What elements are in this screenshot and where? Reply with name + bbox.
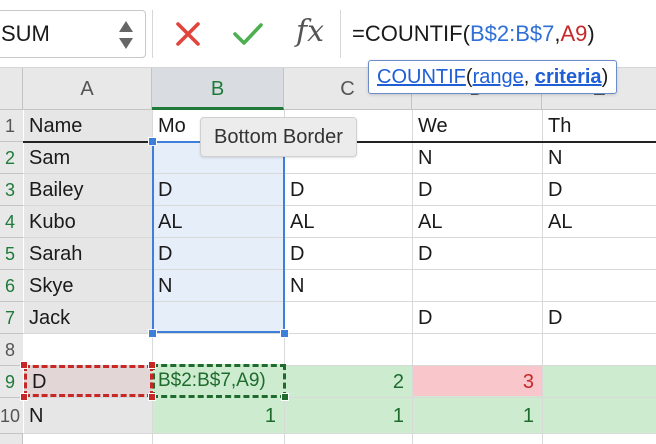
range-selection-outline xyxy=(152,141,285,333)
cell-d6[interactable] xyxy=(413,270,541,302)
cell-b10[interactable]: 1 xyxy=(153,400,284,432)
cell-a2[interactable]: Sam xyxy=(24,142,152,174)
column-header-b[interactable]: B xyxy=(152,68,284,110)
select-all-corner[interactable] xyxy=(0,68,23,110)
cell-c6[interactable]: N xyxy=(285,270,411,302)
cell-e1[interactable]: Th xyxy=(543,110,655,142)
cell-e3[interactable]: D xyxy=(543,174,655,206)
formula-cell-ref: A9 xyxy=(560,21,588,46)
formula-bar: SUM fx =COUNTIF(B$2:B$7,A9) xyxy=(0,0,656,68)
function-name-link[interactable]: COUNTIF xyxy=(377,66,466,88)
fx-icon[interactable]: fx xyxy=(296,14,324,50)
cell-d5[interactable]: D xyxy=(413,238,541,270)
row-header[interactable]: 1 xyxy=(0,110,23,142)
selection-handle[interactable] xyxy=(148,137,157,146)
bottom-border-tooltip: Bottom Border xyxy=(200,117,357,157)
name-box[interactable]: SUM xyxy=(0,10,146,58)
cell-c4[interactable]: AL xyxy=(285,206,411,238)
cell-c9[interactable]: 2 xyxy=(285,366,412,398)
cell-d2[interactable]: N xyxy=(413,142,541,174)
function-arg-range[interactable]: range xyxy=(473,66,524,88)
cell-b9-formula-text: B$2:B$7,A9) xyxy=(158,370,266,391)
cell-c10[interactable]: 1 xyxy=(285,400,412,432)
cell-e7[interactable]: D xyxy=(543,302,655,334)
formula-prefix: =COUNTIF( xyxy=(352,21,470,46)
cell-d3[interactable]: D xyxy=(413,174,541,206)
cell-a7[interactable]: Jack xyxy=(24,302,152,334)
function-tooltip: COUNTIF(range, criteria) xyxy=(368,60,618,94)
reference-handle[interactable] xyxy=(20,393,28,401)
selection-handle[interactable] xyxy=(280,329,289,338)
function-arg-criteria[interactable]: criteria xyxy=(535,66,602,88)
cell-reference-outline xyxy=(24,365,153,397)
reference-handle[interactable] xyxy=(20,361,28,369)
formula-bar-divider xyxy=(152,10,153,58)
cell-d1[interactable]: We xyxy=(413,110,541,142)
formula-range-ref: B$2:B$7 xyxy=(469,21,555,46)
cell-a10[interactable]: N xyxy=(24,400,152,432)
cell-d9[interactable]: 3 xyxy=(413,366,542,398)
cell-d10[interactable]: 1 xyxy=(413,400,542,432)
cell-c3[interactable]: D xyxy=(285,174,411,206)
cell-a1[interactable]: Name xyxy=(24,110,152,142)
formula-bar-divider xyxy=(340,10,341,58)
cell-e5[interactable] xyxy=(543,238,655,270)
cell-d4[interactable]: AL xyxy=(413,206,541,238)
reference-handle[interactable] xyxy=(148,393,156,401)
row-header[interactable]: 4 xyxy=(0,206,23,238)
cell-e2[interactable]: N xyxy=(543,142,655,174)
cell-a3[interactable]: Bailey xyxy=(24,174,152,206)
function-tooltip-paren: ) xyxy=(601,66,609,88)
cell-a6[interactable]: Skye xyxy=(24,270,152,302)
column-header-a[interactable]: A xyxy=(23,68,152,110)
grid-line xyxy=(23,433,656,434)
formula-suffix: ) xyxy=(587,21,595,46)
cell-a4[interactable]: Kubo xyxy=(24,206,152,238)
x-icon[interactable] xyxy=(174,20,202,48)
row-header[interactable]: 2 xyxy=(0,142,23,174)
reference-handle[interactable] xyxy=(148,361,156,369)
cell-a5[interactable]: Sarah xyxy=(24,238,152,270)
cell-d7[interactable]: D xyxy=(413,302,541,334)
row-header[interactable]: 7 xyxy=(0,302,23,334)
cell-e6[interactable] xyxy=(543,270,655,302)
cell-b9-editing[interactable]: B$2:B$7,A9) xyxy=(152,364,286,398)
name-box-value: SUM xyxy=(1,21,50,46)
row-header[interactable]: 10 xyxy=(0,398,23,434)
cell-e4[interactable]: AL xyxy=(543,206,655,238)
function-tooltip-paren: ( xyxy=(465,66,473,88)
row-header[interactable]: 3 xyxy=(0,174,23,206)
formula-input[interactable]: =COUNTIF(B$2:B$7,A9) xyxy=(352,18,595,50)
cell-c5[interactable]: D xyxy=(285,238,411,270)
fill-handle[interactable] xyxy=(281,393,289,401)
function-tooltip-sep: , xyxy=(523,66,535,88)
cell-c7[interactable] xyxy=(285,302,411,334)
row-header[interactable]: 6 xyxy=(0,270,23,302)
checkmark-icon[interactable] xyxy=(230,20,266,48)
row-header[interactable]: 5 xyxy=(0,238,23,270)
selection-handle[interactable] xyxy=(148,329,157,338)
name-box-stepper-icon[interactable] xyxy=(117,19,135,51)
